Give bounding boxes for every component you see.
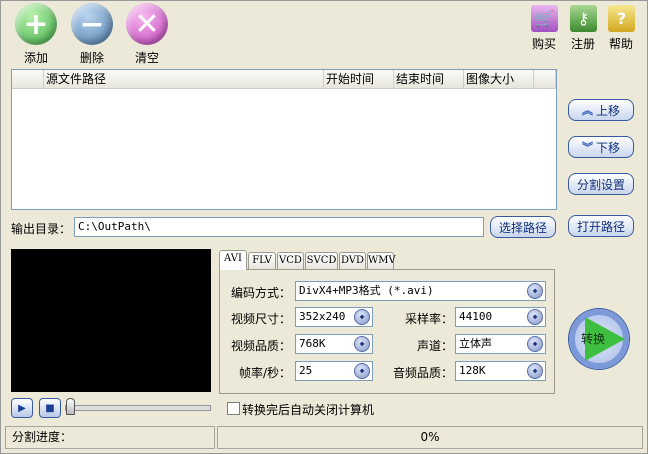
video-size-label: 视频尺寸： bbox=[230, 312, 291, 326]
video-quality-label: 视频品质： bbox=[230, 339, 291, 353]
dropdown-icon: ◆ bbox=[354, 336, 370, 352]
column-blank bbox=[12, 70, 44, 89]
codec-label: 编码方式： bbox=[230, 286, 291, 300]
dropdown-icon: ◆ bbox=[527, 283, 543, 299]
split-settings-button[interactable]: 分割设置 bbox=[568, 173, 634, 195]
column-image-size[interactable]: 图像大小 bbox=[464, 70, 534, 89]
buy-button[interactable]: 🛒 bbox=[531, 5, 558, 32]
output-dir-input[interactable]: C:\OutPath\ bbox=[74, 217, 484, 237]
delete-label: 删除 bbox=[79, 51, 104, 65]
tab-wmv[interactable]: WMV bbox=[367, 252, 396, 270]
dropdown-icon: ◆ bbox=[527, 363, 543, 379]
dropdown-icon: ◆ bbox=[354, 309, 370, 325]
tab-vcd[interactable]: VCD bbox=[277, 252, 304, 270]
help-label: 帮助 bbox=[608, 37, 633, 51]
clear-label: 清空 bbox=[134, 51, 159, 65]
seek-slider[interactable] bbox=[65, 405, 211, 411]
cart-icon: 🛒 bbox=[534, 9, 555, 28]
video-size-select[interactable]: 352x240 ◆ bbox=[295, 307, 373, 327]
move-down-button[interactable]: ︾ 下移 bbox=[568, 136, 634, 158]
channel-select[interactable]: 立体声 ◆ bbox=[455, 334, 546, 354]
delete-button[interactable]: − bbox=[71, 3, 113, 45]
plus-icon: + bbox=[23, 6, 49, 42]
audio-quality-select[interactable]: 128K ◆ bbox=[455, 361, 546, 381]
add-label: 添加 bbox=[23, 51, 48, 65]
output-dir-label: 输出目录： bbox=[11, 222, 72, 236]
fps-label: 帧率/秒： bbox=[238, 366, 291, 380]
x-icon: ✕ bbox=[134, 6, 160, 42]
help-button[interactable]: ? bbox=[608, 5, 635, 32]
column-start-time[interactable]: 开始时间 bbox=[324, 70, 394, 89]
dropdown-icon: ◆ bbox=[527, 309, 543, 325]
progress-bar: 0% bbox=[217, 426, 643, 449]
shutdown-checkbox[interactable] bbox=[227, 402, 240, 415]
file-list[interactable]: 源文件路径 开始时间 结束时间 图像大小 bbox=[11, 69, 557, 210]
audio-quality-label: 音频品质： bbox=[392, 366, 453, 380]
register-button[interactable]: ⚷ bbox=[570, 5, 597, 32]
key-icon: ⚷ bbox=[577, 9, 590, 28]
tab-svcd[interactable]: SVCD bbox=[305, 252, 338, 270]
stop-icon: ■ bbox=[45, 402, 55, 414]
fps-select[interactable]: 25 ◆ bbox=[295, 361, 373, 381]
split-progress-status: 分割进度： bbox=[5, 426, 215, 449]
choose-path-button[interactable]: 选择路径 bbox=[490, 216, 556, 238]
dropdown-icon: ◆ bbox=[354, 363, 370, 379]
stop-button[interactable]: ■ bbox=[39, 398, 61, 418]
open-path-button[interactable]: 打开路径 bbox=[568, 215, 634, 237]
sample-rate-label: 采样率： bbox=[404, 312, 453, 326]
column-end-time[interactable]: 结束时间 bbox=[394, 70, 464, 89]
codec-select[interactable]: DivX4+MP3格式 (*.avi) ◆ bbox=[295, 281, 546, 301]
video-preview bbox=[11, 249, 211, 392]
column-source-path[interactable]: 源文件路径 bbox=[44, 70, 324, 89]
tab-dvd[interactable]: DVD bbox=[339, 252, 366, 270]
tab-flv[interactable]: FLV bbox=[248, 252, 276, 270]
play-button[interactable]: ▶ bbox=[11, 398, 33, 418]
play-icon: ▶ bbox=[18, 402, 26, 414]
seek-handle[interactable] bbox=[66, 398, 75, 415]
chevron-up-icon: ︽ bbox=[581, 104, 593, 117]
add-button[interactable]: + bbox=[15, 3, 57, 45]
chevron-down-icon: ︾ bbox=[581, 141, 593, 154]
sample-rate-select[interactable]: 44100 ◆ bbox=[455, 307, 546, 327]
shutdown-label: 转换完后自动关闭计算机 bbox=[242, 403, 375, 417]
column-filler bbox=[534, 70, 556, 89]
channel-label: 声道： bbox=[416, 339, 453, 353]
dropdown-icon: ◆ bbox=[527, 336, 543, 352]
move-up-button[interactable]: ︽ 上移 bbox=[568, 99, 634, 121]
video-quality-select[interactable]: 768K ◆ bbox=[295, 334, 373, 354]
minus-icon: − bbox=[79, 6, 105, 42]
tab-avi[interactable]: AVI bbox=[219, 250, 247, 270]
question-icon: ? bbox=[616, 9, 627, 28]
convert-button[interactable]: 转换 bbox=[569, 309, 629, 369]
clear-button[interactable]: ✕ bbox=[126, 3, 168, 45]
